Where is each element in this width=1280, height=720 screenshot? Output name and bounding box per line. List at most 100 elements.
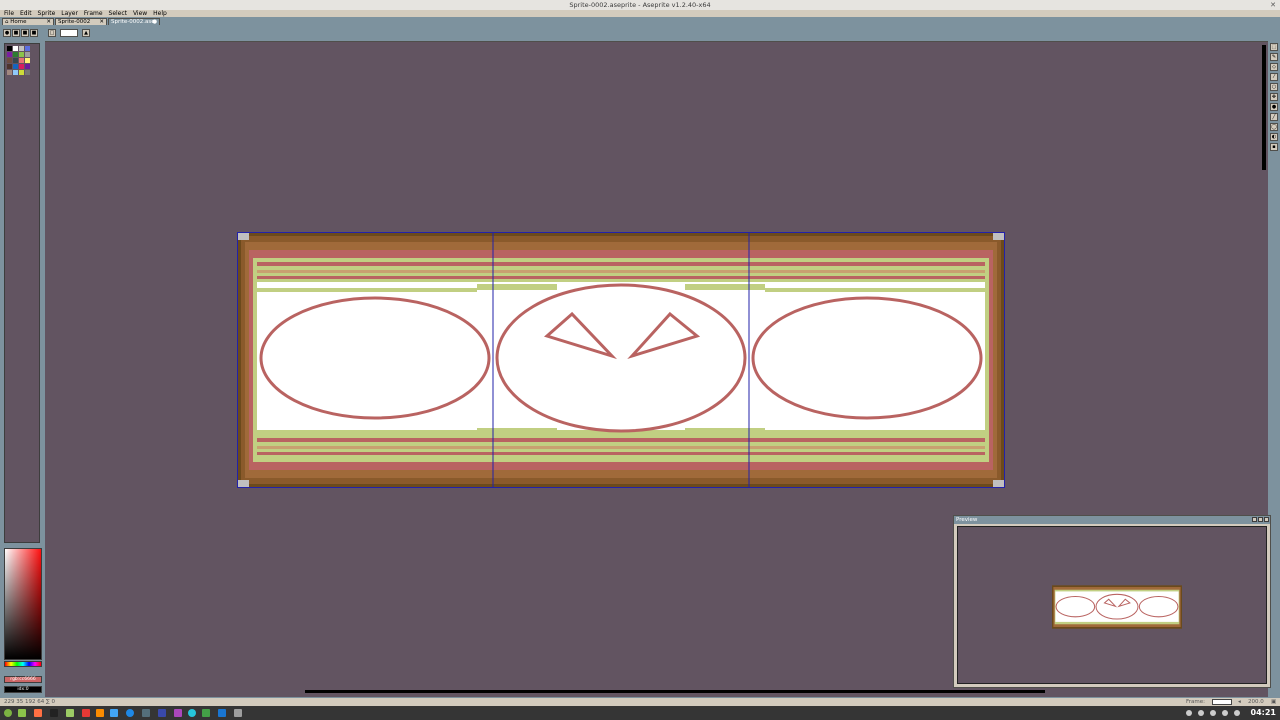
inner-panel: [257, 282, 985, 430]
line-tool-icon[interactable]: ╱: [1270, 113, 1278, 121]
corner-bottom-left: [237, 480, 249, 488]
eraser-tool-icon[interactable]: ◇: [1270, 63, 1278, 71]
background-color-button[interactable]: idx:0: [4, 686, 42, 693]
menu-help[interactable]: Help: [153, 10, 167, 17]
app-icon-6[interactable]: [158, 709, 166, 717]
palette-swatch[interactable]: [7, 52, 12, 57]
preview-close-icon[interactable]: [1264, 517, 1269, 522]
marquee-tool-icon[interactable]: ⬚: [1270, 43, 1278, 51]
ellipse-tool-icon[interactable]: ◯: [1270, 123, 1278, 131]
app-icon-4[interactable]: [126, 709, 134, 717]
brush-size-icon[interactable]: ■: [12, 29, 20, 37]
menu-file[interactable]: File: [4, 10, 14, 17]
hue-slider[interactable]: [4, 661, 42, 667]
brush-angle-icon[interactable]: ■: [21, 29, 29, 37]
pattern-icon[interactable]: ■: [30, 29, 38, 37]
app-icon-7[interactable]: [174, 709, 182, 717]
home-icon: ⌂: [5, 19, 9, 25]
palette-swatch[interactable]: [13, 46, 18, 51]
fit-screen-icon[interactable]: ▣: [1271, 699, 1276, 706]
menu-frame[interactable]: Frame: [84, 10, 103, 17]
prev-frame-icon[interactable]: ◂: [1238, 699, 1241, 706]
preview-window: Preview: [953, 515, 1271, 688]
menu-view[interactable]: View: [133, 10, 147, 17]
palette-swatch[interactable]: [25, 52, 30, 57]
contour-tool-icon[interactable]: ◐: [1270, 133, 1278, 141]
app-icon-2[interactable]: [96, 709, 104, 717]
color-selector[interactable]: [4, 548, 42, 660]
battery-icon[interactable]: [1234, 710, 1240, 716]
zoom-value[interactable]: 200.0: [1248, 699, 1264, 706]
palette-swatch[interactable]: [7, 46, 12, 51]
terminal-icon[interactable]: [50, 709, 58, 717]
palette-swatch[interactable]: [13, 64, 18, 69]
color-palette[interactable]: [4, 43, 40, 543]
palette-swatch[interactable]: [7, 64, 12, 69]
app-icon-1[interactable]: [82, 709, 90, 717]
palette-swatch[interactable]: [19, 58, 24, 63]
accent-green-5: [477, 428, 557, 434]
blur-tool-icon[interactable]: ▪: [1270, 143, 1278, 151]
app-icon-9[interactable]: [202, 709, 210, 717]
palette-swatch[interactable]: [25, 64, 30, 69]
tray-icon-1[interactable]: [1186, 710, 1192, 716]
frame-input[interactable]: [1212, 699, 1232, 705]
aseprite-icon[interactable]: [234, 709, 242, 717]
menu-edit[interactable]: Edit: [20, 10, 32, 17]
fill-tool-icon[interactable]: ●: [1270, 103, 1278, 111]
app-icon-8[interactable]: [188, 709, 196, 717]
tab-close-icon[interactable]: ✕: [46, 19, 51, 26]
preview-play-icon[interactable]: [1258, 517, 1263, 522]
tab-modified-icon[interactable]: ●: [152, 19, 157, 26]
pencil-tool-icon[interactable]: ✎: [1270, 53, 1278, 61]
tab-sprite-0002-ase[interactable]: Sprite-0002.ase ●: [108, 18, 160, 25]
palette-swatch[interactable]: [13, 70, 18, 75]
sprite-canvas[interactable]: [237, 232, 1005, 488]
palette-swatch[interactable]: [25, 58, 30, 63]
volume-icon[interactable]: [1222, 710, 1228, 716]
menu-select[interactable]: Select: [109, 10, 128, 17]
clock[interactable]: 04:21: [1251, 708, 1276, 717]
palette-swatch[interactable]: [7, 58, 12, 63]
preview-normal-icon[interactable]: [1252, 517, 1257, 522]
menu-sprite[interactable]: Sprite: [38, 10, 56, 17]
vertical-scrollbar[interactable]: [1262, 45, 1266, 170]
preview-canvas[interactable]: [957, 526, 1267, 684]
tab-sprite-0002[interactable]: Sprite-0002 ✕: [55, 18, 107, 25]
app-icon-5[interactable]: [142, 709, 150, 717]
palette-swatch[interactable]: [7, 70, 12, 75]
palette-swatch[interactable]: [19, 52, 24, 57]
show-desktop-icon[interactable]: [18, 709, 26, 717]
close-window-icon[interactable]: ✕: [1270, 1, 1276, 9]
start-menu-icon[interactable]: [4, 709, 12, 717]
tab-home[interactable]: ⌂ Home ✕: [2, 18, 54, 25]
palette-swatch[interactable]: [13, 58, 18, 63]
palette-swatch[interactable]: [19, 46, 24, 51]
palette-swatch[interactable]: [25, 46, 30, 51]
tab-close-icon[interactable]: ✕: [99, 19, 104, 26]
ink-icon[interactable]: □: [48, 29, 56, 37]
eyedropper-tool-icon[interactable]: ⁄: [1270, 73, 1278, 81]
foreground-color-button[interactable]: rgb:cc6666: [4, 676, 42, 683]
palette-swatch[interactable]: [13, 52, 18, 57]
app-icon-3[interactable]: [110, 709, 118, 717]
firefox-icon[interactable]: [34, 709, 42, 717]
accent-green-6: [685, 428, 765, 434]
pixel-perfect-icon[interactable]: ▲: [82, 29, 90, 37]
opacity-field[interactable]: [60, 29, 78, 37]
brush-type-icon[interactable]: ●: [3, 29, 11, 37]
tray-icon-2[interactable]: [1198, 710, 1204, 716]
palette-swatch[interactable]: [19, 64, 24, 69]
zoom-tool-icon[interactable]: ○: [1270, 83, 1278, 91]
network-icon[interactable]: [1210, 710, 1216, 716]
palette-swatch[interactable]: [19, 70, 24, 75]
move-tool-icon[interactable]: ✥: [1270, 93, 1278, 101]
accent-green-3: [477, 284, 557, 290]
frame-label: Frame:: [1186, 699, 1205, 705]
files-icon[interactable]: [66, 709, 74, 717]
stripe-top-3: [257, 276, 985, 279]
palette-swatch[interactable]: [25, 70, 30, 75]
horizontal-scrollbar[interactable]: [305, 690, 1045, 693]
menu-layer[interactable]: Layer: [61, 10, 78, 17]
app-icon-10[interactable]: [218, 709, 226, 717]
